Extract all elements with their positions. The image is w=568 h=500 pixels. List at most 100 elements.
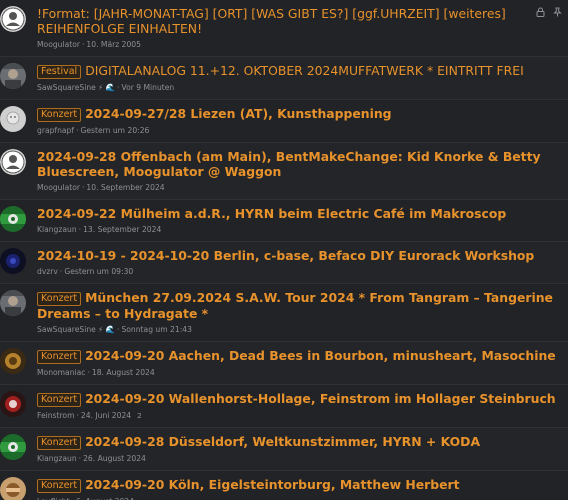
thread-main: Konzert 2024-09-20 Aachen, Dead Bees in B… xyxy=(37,342,568,384)
avatar-wrap xyxy=(0,143,37,175)
avatar-wrap xyxy=(0,100,37,132)
lock-icon xyxy=(536,7,545,20)
thread-main: 2024-10-19 - 2024-10-20 Berlin, c-base, … xyxy=(37,242,568,283)
thread-title-link[interactable]: München 27.09.2024 S.A.W. Tour 2024 * Fr… xyxy=(37,290,553,321)
meta-separator: · xyxy=(78,225,82,234)
thread-row[interactable]: 2024-09-28 Offenbach (am Main), BentMake… xyxy=(0,143,568,200)
thread-meta: SawSquareSine ⚡ 🌊 · Vor 9 Minuten xyxy=(37,83,560,93)
avatar-wrap xyxy=(0,200,37,232)
thread-author-link[interactable]: SawSquareSine xyxy=(37,325,96,334)
thread-prefix-label[interactable]: Konzert xyxy=(37,108,82,122)
thread-title-link[interactable]: !Format: [JAHR-MONAT-TAG] [ORT] [WAS GIB… xyxy=(37,6,506,36)
author-badge-icons: ⚡ 🌊 xyxy=(97,325,116,334)
thread-title-link[interactable]: 2024-09-20 Wallenhorst-Hollage, Feinstro… xyxy=(85,391,556,406)
thread-start-date[interactable]: Gestern um 09:30 xyxy=(64,267,133,276)
avatar[interactable] xyxy=(0,6,26,32)
meta-separator: · xyxy=(117,325,120,334)
thread-meta: dvzrv · Gestern um 09:30 xyxy=(37,267,560,277)
thread-author-link[interactable]: Klangzaun xyxy=(37,225,77,234)
meta-separator: · xyxy=(78,454,82,463)
thread-row[interactable]: Konzert 2024-09-27/28 Liezen (AT), Kunsth… xyxy=(0,100,568,143)
thread-author-link[interactable]: Moogulator xyxy=(37,40,80,49)
thread-row[interactable]: !Format: [JAHR-MONAT-TAG] [ORT] [WAS GIB… xyxy=(0,0,568,57)
thread-title-link[interactable]: 2024-09-22 Mülheim a.d.R., HYRN beim Ele… xyxy=(37,206,506,221)
thread-prefix-label[interactable]: Konzert xyxy=(37,393,82,407)
avatar[interactable] xyxy=(0,348,26,374)
thread-author-link[interactable]: SawSquareSine xyxy=(37,83,96,92)
thread-meta: Feinstrom · 24. Juni 2024 2 xyxy=(37,411,560,421)
meta-separator: · xyxy=(82,183,85,192)
thread-main: 2024-09-22 Mülheim a.d.R., HYRN beim Ele… xyxy=(37,200,568,241)
thread-status-icons xyxy=(536,7,562,20)
avatar[interactable] xyxy=(0,149,26,175)
thread-author-link[interactable]: Feinstrom xyxy=(37,411,74,420)
thread-row[interactable]: 2024-09-22 Mülheim a.d.R., HYRN beim Ele… xyxy=(0,200,568,242)
author-badge-icons: ⚡ 🌊 xyxy=(97,83,116,92)
thread-title-line: Konzert 2024-09-20 Aachen, Dead Bees in B… xyxy=(37,348,560,364)
thread-title-line: 2024-09-28 Offenbach (am Main), BentMake… xyxy=(37,149,560,179)
thread-title-link[interactable]: 2024-09-28 Düsseldorf, Weltkunstzimmer, … xyxy=(85,434,480,449)
avatar[interactable] xyxy=(0,290,26,316)
thread-row[interactable]: Konzert 2024-09-28 Düsseldorf, Weltkunstz… xyxy=(0,428,568,471)
thread-prefix-label[interactable]: Konzert xyxy=(37,350,82,364)
thread-start-date[interactable]: Vor 9 Minuten xyxy=(121,83,174,92)
thread-prefix-label[interactable]: Konzert xyxy=(37,479,82,493)
thread-start-date[interactable]: Sonntag um 21:43 xyxy=(121,325,191,334)
thread-start-date[interactable]: 26. August 2024 xyxy=(83,454,146,463)
thread-author-link[interactable]: Monomaniac xyxy=(37,368,85,377)
thread-row[interactable]: 2024-10-19 - 2024-10-20 Berlin, c-base, … xyxy=(0,242,568,284)
thread-title-link[interactable]: 2024-09-27/28 Liezen (AT), Kunsthappenin… xyxy=(85,106,391,121)
thread-meta: Monomaniac · 18. August 2024 xyxy=(37,368,560,378)
thread-row[interactable]: Konzert 2024-09-20 Aachen, Dead Bees in B… xyxy=(0,342,568,385)
thread-title-link[interactable]: 2024-09-28 Offenbach (am Main), BentMake… xyxy=(37,149,541,179)
thread-main: Konzert 2024-09-28 Düsseldorf, Weltkunstz… xyxy=(37,428,568,470)
thread-meta: Moogulator · 10. September 2024 xyxy=(37,183,560,193)
thread-start-date[interactable]: 18. August 2024 xyxy=(92,368,155,377)
avatar[interactable] xyxy=(0,106,26,132)
avatar[interactable] xyxy=(0,434,26,460)
avatar[interactable] xyxy=(0,391,26,417)
thread-start-date[interactable]: Gestern um 20:26 xyxy=(80,126,149,135)
thread-title-link[interactable]: 2024-09-20 Köln, Eigelsteintorburg, Matt… xyxy=(85,477,460,492)
thread-meta: Klangzaun · 13. September 2024 xyxy=(37,225,560,235)
thread-main: Konzert 2024-09-27/28 Liezen (AT), Kunsth… xyxy=(37,100,568,142)
avatar[interactable] xyxy=(0,477,26,500)
thread-author-link[interactable]: Klangzaun xyxy=(37,454,77,463)
thread-title-line: Konzert 2024-09-20 Wallenhorst-Hollage, F… xyxy=(37,391,560,407)
thread-start-date[interactable]: 13. September 2024 xyxy=(83,225,161,234)
thread-prefix-label[interactable]: Konzert xyxy=(37,436,82,450)
thread-main: 2024-09-28 Offenbach (am Main), BentMake… xyxy=(37,143,568,199)
thread-row[interactable]: Konzert 2024-09-20 Wallenhorst-Hollage, F… xyxy=(0,385,568,428)
avatar[interactable] xyxy=(0,63,26,89)
thread-main: !Format: [JAHR-MONAT-TAG] [ORT] [WAS GIB… xyxy=(37,0,568,56)
thread-row[interactable]: Konzert München 27.09.2024 S.A.W. Tour 20… xyxy=(0,284,568,342)
thread-row[interactable]: Konzert 2024-09-20 Köln, Eigelsteintorbur… xyxy=(0,471,568,500)
thread-start-date[interactable]: 24. Juni 2024 xyxy=(81,411,131,420)
thread-title-link[interactable]: DIGITALANALOG 11.+12. OKTOBER 2024MUFFAT… xyxy=(85,63,524,78)
thread-title-link[interactable]: 2024-09-20 Aachen, Dead Bees in Bourbon,… xyxy=(85,348,556,363)
thread-title-link[interactable]: 2024-10-19 - 2024-10-20 Berlin, c-base, … xyxy=(37,248,534,263)
avatar-wrap xyxy=(0,284,37,316)
avatar[interactable] xyxy=(0,248,26,274)
thread-author-link[interactable]: dvzrv xyxy=(37,267,58,276)
meta-separator: · xyxy=(117,83,120,92)
thread-row[interactable]: Festival DIGITALANALOG 11.+12. OKTOBER 20… xyxy=(0,57,568,100)
thread-start-date[interactable]: 10. September 2024 xyxy=(86,183,164,192)
thread-author-link[interactable]: grapfnapf xyxy=(37,126,74,135)
thread-main: Konzert 2024-09-20 Wallenhorst-Hollage, F… xyxy=(37,385,568,427)
meta-separator: · xyxy=(76,126,79,135)
thread-page-link[interactable]: 2 xyxy=(137,411,142,420)
thread-start-date[interactable]: 10. März 2005 xyxy=(86,40,141,49)
thread-prefix-label[interactable]: Festival xyxy=(37,65,82,79)
avatar-wrap xyxy=(0,342,37,374)
meta-separator: · xyxy=(59,267,63,276)
avatar-wrap xyxy=(0,0,37,32)
meta-separator: · xyxy=(87,368,90,377)
thread-meta: Moogulator · 10. März 2005 xyxy=(37,40,560,50)
thread-main: Konzert 2024-09-20 Köln, Eigelsteintorbur… xyxy=(37,471,568,500)
thread-title-line: !Format: [JAHR-MONAT-TAG] [ORT] [WAS GIB… xyxy=(37,6,560,36)
avatar[interactable] xyxy=(0,206,26,232)
thread-author-link[interactable]: Moogulator xyxy=(37,183,80,192)
thread-prefix-label[interactable]: Konzert xyxy=(37,292,82,306)
avatar-wrap xyxy=(0,428,37,460)
